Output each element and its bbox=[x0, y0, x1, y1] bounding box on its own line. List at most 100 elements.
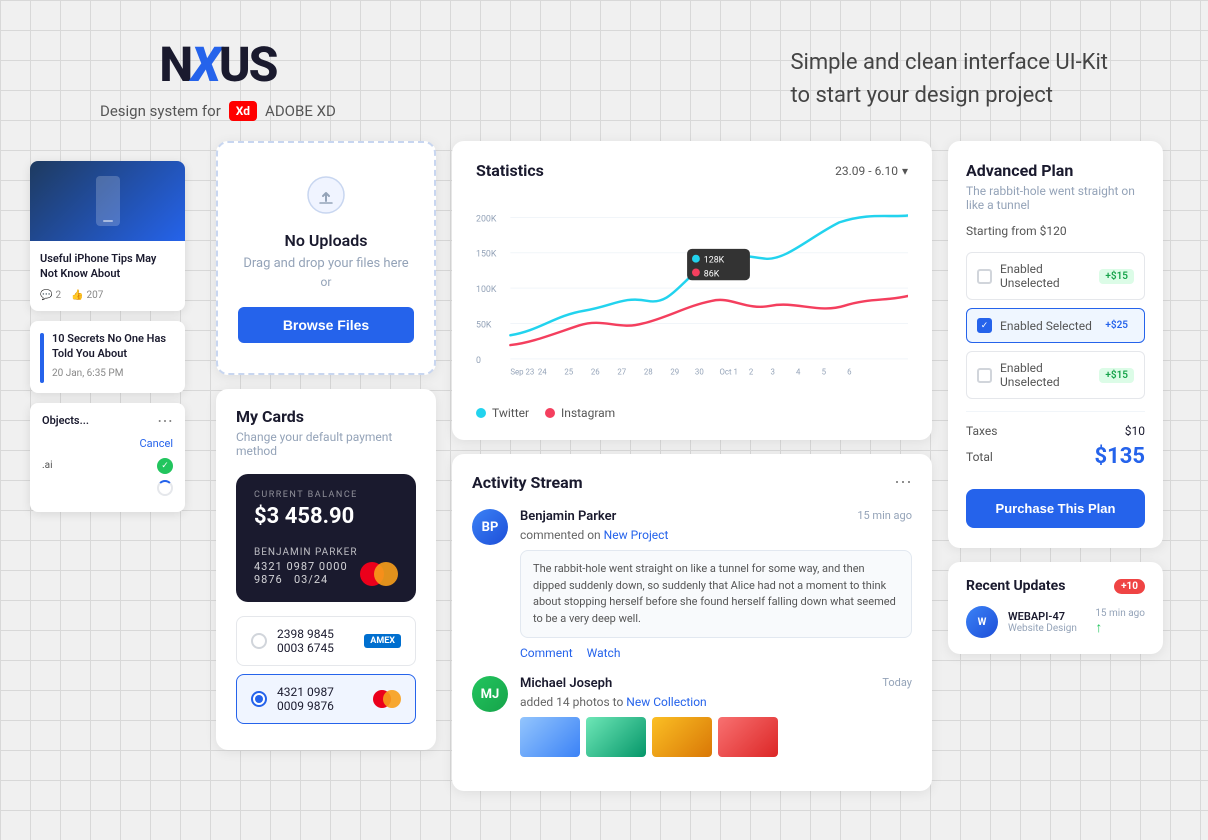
svg-text:26: 26 bbox=[591, 368, 600, 377]
radio-unselected[interactable] bbox=[251, 633, 267, 649]
svg-text:150K: 150K bbox=[476, 250, 497, 260]
activity-name-1: Benjamin Parker bbox=[520, 509, 616, 524]
activity-menu-icon[interactable]: ⋯ bbox=[894, 472, 912, 493]
credit-card-label: Current Balance bbox=[254, 490, 398, 500]
instagram-dot bbox=[545, 408, 555, 418]
photo-1 bbox=[520, 717, 580, 757]
credit-card-name: Benjamin Parker bbox=[254, 547, 360, 558]
left-column: Useful iPhone Tips May Not Know About 💬 … bbox=[30, 161, 200, 512]
upload-or: or bbox=[238, 275, 414, 289]
pricing-card: Advanced Plan The rabbit-hole went strai… bbox=[948, 141, 1163, 548]
pricing-option-2[interactable]: ✓ Enabled Selected +$25 bbox=[966, 308, 1145, 343]
taxes-value: $10 bbox=[1125, 424, 1145, 438]
objects-menu-icon[interactable]: ⋯ bbox=[157, 413, 173, 429]
svg-text:5: 5 bbox=[822, 368, 827, 377]
card-option-2[interactable]: 4321 0987 0009 9876 bbox=[236, 674, 416, 724]
activity-link-2[interactable]: New Collection bbox=[626, 695, 706, 709]
pricing-badge-1: +$15 bbox=[1099, 269, 1134, 284]
activity-time-2: Today bbox=[882, 676, 912, 689]
browse-button[interactable]: Browse Files bbox=[238, 307, 414, 343]
my-cards-subtitle: Change your default payment method bbox=[236, 430, 416, 458]
svg-text:Oct 1: Oct 1 bbox=[719, 368, 737, 377]
statistics-card: Statistics 23.09 - 6.10 ▾ 200K 150K 100K… bbox=[452, 141, 932, 440]
legend-twitter: Twitter bbox=[476, 406, 529, 420]
credit-card-balance: $3 458.90 bbox=[254, 504, 398, 529]
photo-row bbox=[520, 717, 912, 757]
svg-text:25: 25 bbox=[564, 368, 573, 377]
comment-count: 💬 2 bbox=[40, 290, 61, 301]
logo-x: X bbox=[191, 36, 219, 93]
chart-column: Statistics 23.09 - 6.10 ▾ 200K 150K 100K… bbox=[452, 141, 932, 791]
taxes-label: Taxes bbox=[966, 424, 997, 438]
total-label: Total bbox=[966, 450, 993, 464]
design-badge: Design system for Xd ADOBE XD bbox=[100, 101, 336, 121]
adobe-xd-text: ADOBE XD bbox=[265, 102, 336, 120]
svg-text:100K: 100K bbox=[476, 285, 497, 295]
blog-card-2-date: 20 Jan, 6:35 PM bbox=[52, 368, 175, 379]
blog-card-2-title: 10 Secrets No One Has Told You About bbox=[52, 331, 175, 362]
photo-4 bbox=[718, 717, 778, 757]
logo-n: N bbox=[159, 36, 191, 93]
checkbox-unselected-2[interactable] bbox=[977, 368, 992, 383]
recent-item-sub: Website Design bbox=[1008, 623, 1085, 634]
pricing-badge-3: +$15 bbox=[1099, 368, 1134, 383]
card-number-1: 2398 9845 0003 6745 bbox=[277, 627, 354, 655]
objects-item-2 bbox=[42, 480, 173, 496]
svg-text:6: 6 bbox=[847, 368, 852, 377]
upload-card: No Uploads Drag and drop your files here… bbox=[216, 141, 436, 375]
middle-column: No Uploads Drag and drop your files here… bbox=[216, 141, 436, 750]
logo-area: NXUS Design system for Xd ADOBE XD bbox=[100, 36, 336, 121]
activity-desc-2: added 14 photos to New Collection bbox=[520, 695, 912, 709]
my-cards-title: My Cards bbox=[236, 407, 416, 426]
total-value: $135 bbox=[1095, 444, 1146, 469]
twitter-dot bbox=[476, 408, 486, 418]
photo-3 bbox=[652, 717, 712, 757]
comment-action[interactable]: Comment bbox=[520, 646, 573, 660]
activity-time-1: 15 min ago bbox=[857, 509, 912, 522]
svg-text:128K: 128K bbox=[704, 256, 725, 266]
pricing-divider bbox=[966, 411, 1145, 412]
pricing-total-row: Total $135 bbox=[966, 444, 1145, 469]
recent-badge: +10 bbox=[1114, 579, 1145, 594]
recent-title: Recent Updates bbox=[966, 578, 1065, 594]
svg-text:Sep 23: Sep 23 bbox=[510, 368, 534, 377]
card-option-1[interactable]: 2398 9845 0003 6745 AMEX bbox=[236, 616, 416, 666]
activity-desc-1: commented on New Project bbox=[520, 528, 912, 542]
svg-text:24: 24 bbox=[538, 368, 547, 377]
legend-instagram: Instagram bbox=[545, 406, 615, 420]
activity-text-1: The rabbit-hole went straight on like a … bbox=[520, 550, 912, 638]
svg-text:0: 0 bbox=[476, 356, 481, 366]
svg-text:30: 30 bbox=[695, 368, 704, 377]
svg-text:2: 2 bbox=[749, 368, 754, 377]
svg-text:28: 28 bbox=[644, 368, 653, 377]
blog-card-1-meta: 💬 2 👍 207 bbox=[40, 290, 175, 301]
chevron-down-icon: ▾ bbox=[902, 164, 908, 178]
pricing-option-3[interactable]: Enabled Unselected +$15 bbox=[966, 351, 1145, 399]
right-column: Advanced Plan The rabbit-hole went strai… bbox=[948, 141, 1163, 654]
activity-link-1[interactable]: New Project bbox=[604, 528, 669, 542]
svg-text:50K: 50K bbox=[476, 320, 492, 330]
pricing-label-1: Enabled Unselected bbox=[1000, 262, 1099, 290]
blog-card-1: Useful iPhone Tips May Not Know About 💬 … bbox=[30, 161, 185, 311]
tagline: Simple and clean interface UI-Kit to sta… bbox=[790, 46, 1108, 112]
activity-avatar-2: MJ bbox=[472, 676, 508, 712]
pricing-option-1[interactable]: Enabled Unselected +$15 bbox=[966, 252, 1145, 300]
checkbox-unselected-1[interactable] bbox=[977, 269, 992, 284]
purchase-button[interactable]: Purchase This Plan bbox=[966, 489, 1145, 528]
objects-cancel[interactable]: Cancel bbox=[42, 437, 173, 450]
xd-badge: Xd bbox=[229, 101, 257, 121]
watch-action[interactable]: Watch bbox=[587, 646, 621, 660]
recent-item-name: WEBAPI-47 bbox=[1008, 610, 1085, 623]
recent-item: W WEBAPI-47 Website Design 15 min ago ↑ bbox=[966, 606, 1145, 638]
amex-badge: AMEX bbox=[364, 634, 401, 648]
checkbox-selected[interactable]: ✓ bbox=[977, 318, 992, 333]
pricing-label-2: Enabled Selected bbox=[1000, 319, 1092, 333]
mastercard-logo-small bbox=[373, 690, 401, 708]
chart-legend: Twitter Instagram bbox=[476, 406, 908, 420]
mastercard-logo bbox=[360, 562, 398, 586]
upload-icon bbox=[304, 173, 348, 217]
svg-text:3: 3 bbox=[771, 368, 775, 377]
radio-selected[interactable] bbox=[251, 691, 267, 707]
stats-date[interactable]: 23.09 - 6.10 ▾ bbox=[835, 164, 908, 178]
objects-card: Objects... ⋯ Cancel .ai ✓ bbox=[30, 403, 185, 512]
